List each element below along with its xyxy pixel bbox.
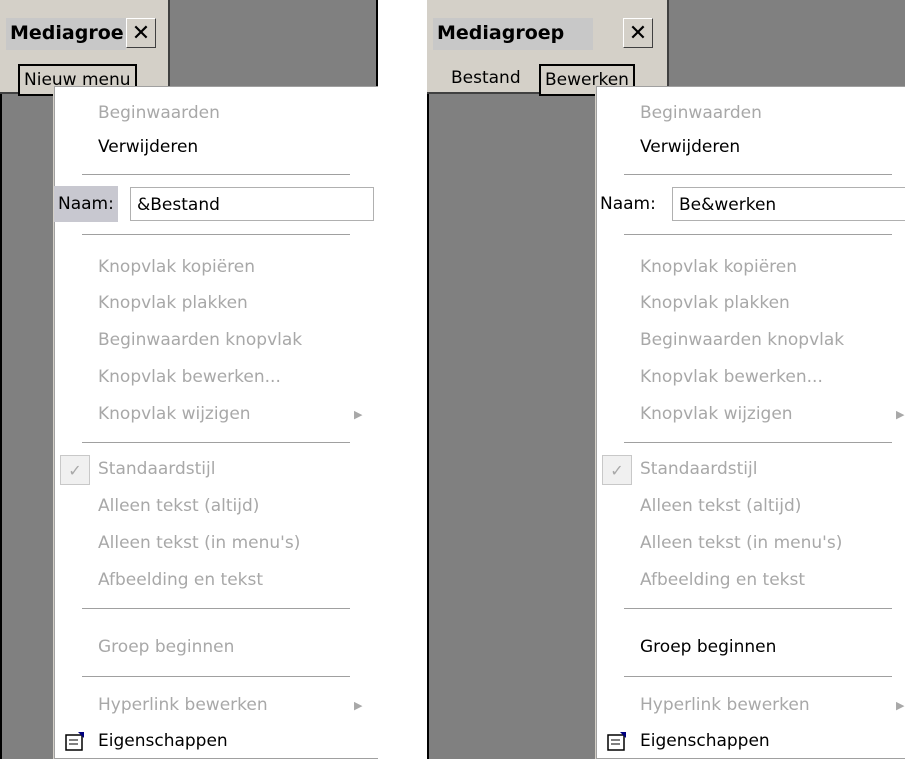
name-input[interactable]: &Bestand (130, 187, 374, 221)
menu-item-edit-hyperlink[interactable]: Hyperlink bewerken (98, 690, 268, 720)
menu-item-text-only-menus[interactable]: Alleen tekst (in menu's) (640, 528, 842, 558)
submenu-arrow-icon: ▶ (354, 408, 363, 421)
menu-item-delete[interactable]: Verwijderen (640, 132, 740, 162)
context-menu: Beginwaarden Verwijderen Naam: &Bestand … (53, 86, 378, 759)
name-input[interactable]: Be&werken (672, 187, 905, 221)
menu-separator (624, 234, 892, 236)
menu-item-reset-image[interactable]: Beginwaarden knopvlak (640, 325, 844, 355)
menu-item-text-only-menus[interactable]: Alleen tekst (in menu's) (98, 528, 300, 558)
menu-item-text-only-always[interactable]: Alleen tekst (altijd) (640, 491, 801, 521)
menu-item-begin-group[interactable]: Groep beginnen (640, 632, 776, 662)
menu-separator (624, 174, 892, 176)
menu-item-paste-image[interactable]: Knopvlak plakken (98, 288, 248, 318)
menu-item-copy-image[interactable]: Knopvlak kopiëren (98, 252, 255, 282)
menu-item-default-style[interactable]: Standaardstijl (98, 454, 215, 484)
menu-item-properties[interactable]: Eigenschappen (98, 726, 228, 756)
close-button[interactable]: ✕ (126, 18, 156, 48)
menu-separator (82, 442, 350, 444)
submenu-arrow-icon: ▶ (896, 408, 905, 421)
menu-item-reset[interactable]: Beginwaarden (98, 98, 220, 128)
menu-item-text-only-always[interactable]: Alleen tekst (altijd) (98, 491, 259, 521)
menu-item-reset-image[interactable]: Beginwaarden knopvlak (98, 325, 302, 355)
menu-separator (82, 234, 350, 236)
menu-item-edit-image[interactable]: Knopvlak bewerken... (98, 362, 281, 392)
menu-separator (624, 608, 892, 610)
menu-separator (624, 676, 892, 678)
menu-item-image-and-text[interactable]: Afbeelding en tekst (98, 565, 263, 595)
menu-item-edit-hyperlink[interactable]: Hyperlink bewerken (640, 690, 810, 720)
menu-item-image-and-text[interactable]: Afbeelding en tekst (640, 565, 805, 595)
menu-item-paste-image[interactable]: Knopvlak plakken (640, 288, 790, 318)
menu-item-properties[interactable]: Eigenschappen (640, 726, 770, 756)
floating-toolbar: Mediagroep ✕ Bestand Bewerken (427, 0, 669, 96)
check-icon: ✓ (602, 455, 632, 485)
name-label: Naam: (54, 186, 118, 222)
menu-item-reset[interactable]: Beginwaarden (640, 98, 762, 128)
context-menu: Beginwaarden Verwijderen Naam: Be&werken… (595, 86, 905, 759)
check-icon: ✓ (60, 455, 90, 485)
properties-icon (607, 732, 626, 751)
close-icon: ✕ (131, 20, 151, 46)
properties-icon (65, 732, 84, 751)
left-screenshot-panel: Mediagroe ✕ Nieuw menu Beginwaarden Verw… (0, 0, 378, 759)
toolbar-item-file[interactable]: Bestand (451, 64, 521, 92)
close-button[interactable]: ✕ (623, 18, 653, 48)
menu-item-delete[interactable]: Verwijderen (98, 132, 198, 162)
submenu-arrow-icon: ▶ (354, 699, 363, 712)
toolbar-title: Mediagroe (10, 22, 124, 44)
menu-separator (82, 174, 350, 176)
name-label: Naam: (600, 194, 656, 214)
menu-item-edit-image[interactable]: Knopvlak bewerken... (640, 362, 823, 392)
toolbar-title: Mediagroep (437, 22, 565, 44)
menu-item-change-image[interactable]: Knopvlak wijzigen (640, 399, 793, 429)
menu-item-default-style[interactable]: Standaardstijl (640, 454, 757, 484)
menu-item-begin-group[interactable]: Groep beginnen (98, 632, 234, 662)
menu-separator (82, 676, 350, 678)
right-screenshot-panel: Mediagroep ✕ Bestand Bewerken Beginwaard… (427, 0, 905, 759)
menu-separator (624, 442, 892, 444)
submenu-arrow-icon: ▶ (896, 699, 905, 712)
floating-toolbar: Mediagroe ✕ Nieuw menu (0, 0, 170, 96)
menu-item-copy-image[interactable]: Knopvlak kopiëren (640, 252, 797, 282)
menu-separator (82, 608, 350, 610)
close-icon: ✕ (628, 20, 648, 46)
menu-item-change-image[interactable]: Knopvlak wijzigen (98, 399, 251, 429)
